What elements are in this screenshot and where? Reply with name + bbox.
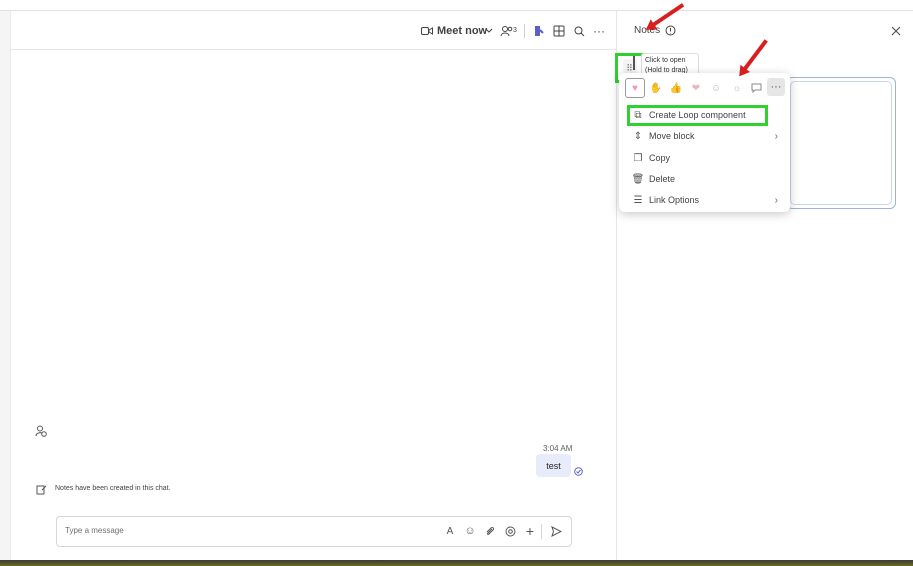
chat-header [11, 11, 616, 50]
message-timestamp: 3:04 AM [543, 444, 573, 453]
more-reactions-icon[interactable]: ··· [767, 78, 785, 96]
laugh-reaction-icon[interactable]: ☺ [708, 80, 724, 96]
menu-item-label: Delete [649, 174, 676, 184]
heart-reaction-button[interactable]: ♥ [625, 78, 645, 98]
video-camera-icon [420, 22, 434, 40]
more-options-icon[interactable]: ··· [592, 22, 606, 40]
chevron-right-icon: › [774, 194, 778, 206]
plus-icon[interactable]: + [523, 523, 537, 539]
clap-reaction-icon[interactable]: ✋ [648, 80, 664, 96]
create-loop-highlight [627, 105, 768, 126]
pane-divider [616, 11, 617, 560]
chevron-right-icon: › [774, 130, 778, 142]
text-cursor [633, 56, 635, 70]
info-icon[interactable] [664, 24, 676, 36]
loop-block-card[interactable] [786, 77, 896, 209]
search-icon[interactable] [572, 22, 586, 40]
send-icon[interactable] [549, 524, 563, 538]
message-composer: Type a message A ☺ + [56, 516, 572, 547]
loop-compose-icon[interactable] [503, 524, 517, 538]
surprised-reaction-icon[interactable]: ☼ [729, 80, 745, 96]
composer-divider [541, 524, 542, 539]
add-tab-icon[interactable] [552, 22, 566, 40]
menu-item-link-options[interactable]: ☰ Link Options › [619, 190, 790, 210]
taskbar-edge [0, 560, 913, 566]
thumbs-up-reaction-icon[interactable]: 👍 [668, 80, 684, 96]
trash-icon: 🗑 [631, 173, 645, 185]
comment-icon[interactable] [748, 80, 764, 96]
chevron-down-icon[interactable] [483, 22, 495, 40]
participant-count: 3 [513, 27, 517, 34]
copy-icon: ❐ [633, 152, 643, 164]
add-person-icon[interactable] [34, 424, 48, 438]
left-rail [0, 11, 11, 560]
people-icon[interactable] [499, 22, 513, 40]
notes-edit-icon [35, 483, 47, 495]
menu-item-label: Move block [649, 131, 695, 141]
drag-tooltip-line1: Click to open [645, 57, 686, 64]
menu-item-copy[interactable]: ❐ Copy [619, 148, 790, 168]
message-bubble[interactable]: test [536, 454, 571, 477]
hearts-reaction-icon[interactable]: ❤ [688, 80, 704, 96]
sliders-icon: ☰ [633, 194, 643, 206]
meet-now-button[interactable]: Meet now [437, 22, 487, 40]
heart-icon: ♥ [632, 82, 638, 94]
system-message: Notes have been created in this chat. [55, 485, 171, 492]
close-icon[interactable] [889, 24, 903, 38]
toolbar-divider [524, 24, 525, 38]
menu-item-label: Copy [649, 153, 671, 163]
seen-check-icon [573, 466, 583, 476]
format-icon[interactable]: A [443, 524, 457, 538]
menu-item-move-block[interactable]: ⇕ Move block › [619, 126, 790, 146]
menu-item-delete[interactable]: 🗑 Delete [619, 169, 790, 189]
move-icon: ⇕ [633, 130, 643, 142]
planner-icon[interactable] [532, 22, 546, 40]
emoji-icon[interactable]: ☺ [463, 524, 477, 538]
message-input[interactable]: Type a message [65, 526, 124, 535]
menu-item-label: Link Options [649, 195, 700, 205]
attach-icon[interactable] [483, 524, 497, 538]
